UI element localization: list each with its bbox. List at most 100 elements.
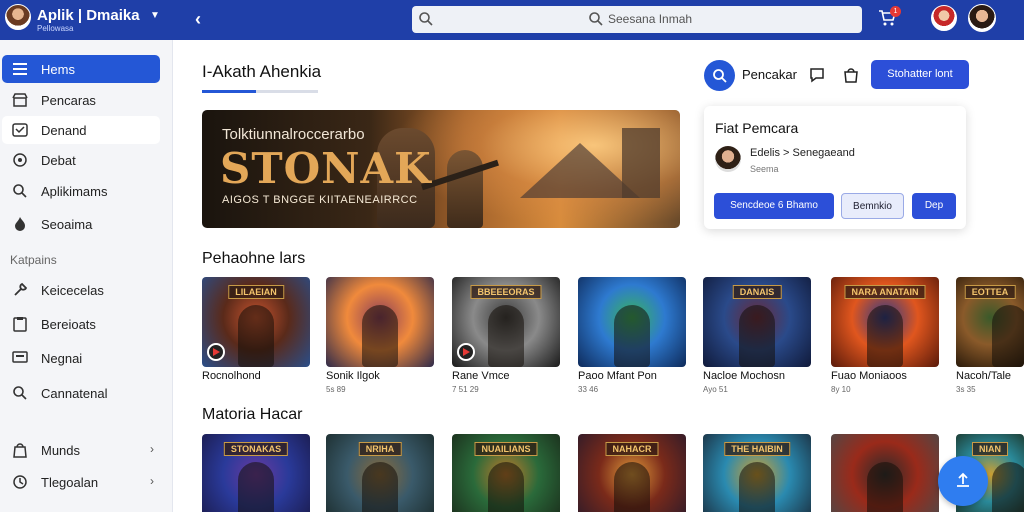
card-primary-button[interactable]: Sencdeoe 6 Bhamo [714,193,834,219]
tile-title[interactable]: Paoo Mfant Pon [578,370,657,382]
hero-character [447,150,483,228]
floating-action-button[interactable] [938,456,988,506]
sidebar-item-store[interactable]: Pencaras [2,86,160,114]
shopping-bag-icon[interactable] [842,66,860,84]
tile-character [992,305,1024,367]
tile-meta: 8y 10 [831,385,851,394]
tile-title[interactable]: Sonik Ilgok [326,370,380,382]
card-tertiary-button[interactable]: Dep [912,193,956,219]
tile-character [362,305,398,367]
sidebar-item-history[interactable]: Tlegoalan › [2,468,160,496]
page-title: I-Akath Ahenkia [202,62,322,81]
tile-title[interactable]: Nacloe Mochosn [703,370,785,382]
profile-avatar[interactable] [968,4,996,32]
search-placeholder: Seesana Inmah [608,12,693,26]
search-icon [589,12,603,26]
tile-title[interactable]: Rane Vmce [452,370,509,382]
search-user-icon [11,384,29,402]
chevron-right-icon: › [150,442,154,456]
sidebar-item-apps[interactable]: Aplikimams [2,177,160,205]
play-icon[interactable] [457,343,475,361]
game-tile[interactable] [578,277,686,367]
tile-logo-text: NAHACR [605,442,659,456]
game-tile[interactable]: NRIHA [326,434,434,512]
game-tile[interactable]: NARA ANATAIN [831,277,939,367]
brand-avatar[interactable] [5,4,31,30]
wrench-icon [11,281,29,299]
game-tile[interactable]: NAHACR [578,434,686,512]
menu-icon [11,60,29,78]
search-icon [419,12,433,26]
sidebar-item-library[interactable]: Denand [2,116,160,144]
tile-meta: 33 46 [578,385,599,394]
game-tile[interactable]: NUAILIANS [452,434,560,512]
avatar [715,146,741,172]
library-icon [11,121,29,139]
search-label[interactable]: Pencakar [742,67,797,82]
search-input[interactable]: Seesana Inmah [412,6,862,33]
cta-button[interactable]: Stohatter lont [871,60,969,89]
tile-meta: 5s 89 [326,385,346,394]
hero-castle [622,128,660,198]
sidebar-item-home[interactable]: Hems [2,55,160,83]
tile-character [488,305,524,367]
sidebar-item-tools[interactable]: Keicecelas [2,276,160,304]
tile-logo-text: LILAEIAN [228,285,284,299]
tile-logo-text: THE HAIBIN [724,442,790,456]
share-icon [957,472,969,487]
search-button[interactable] [704,60,735,91]
game-tile[interactable]: DANAIS [703,277,811,367]
hero-eyebrow: Tolktiunnalroccerarbo [222,126,365,143]
tile-title[interactable]: Nacoh/Tale [956,370,1011,382]
app-subtitle: Pellowasa [37,24,74,33]
game-tile[interactable]: EOTTEA [956,277,1024,367]
sidebar-item-label: Keicecelas [41,282,104,298]
clipboard-icon [11,315,29,333]
sidebar-item-trending[interactable]: Seoaima [2,210,160,238]
cart-badge: 1 [890,6,901,17]
tile-character [362,462,398,512]
card-user-status: Seema [750,164,779,174]
tile-meta: 7 51 29 [452,385,479,394]
friend-card: Fiat Pemcara Edelis > Senegaeand Seema S… [704,106,966,229]
tile-title[interactable]: Rocnolhond [202,370,261,382]
game-tile[interactable]: LILAEIAN [202,277,310,367]
sidebar-item-label: Munds [41,442,81,458]
card-secondary-button[interactable]: Bemnkio [841,193,904,219]
section-title: Pehaohne lars [202,250,306,267]
sidebar-item-community[interactable]: Cannatenal [2,379,160,407]
tile-character [867,462,903,512]
card-user-name: Edelis > Senegaeand [750,147,855,159]
back-arrow-icon[interactable]: ‹ [195,9,201,30]
sidebar-item-reports[interactable]: Bereioats [2,310,160,338]
sidebar-item-games[interactable]: Debat [2,146,160,174]
play-icon[interactable] [207,343,225,361]
game-tile[interactable] [326,277,434,367]
card-title: Fiat Pemcara [715,120,799,136]
bag-icon [11,441,29,459]
tile-logo-text: EOTTEA [964,285,1016,299]
tile-title[interactable]: Fuao Moniaoos [831,370,907,382]
avatar[interactable] [931,5,957,31]
search-icon [11,182,29,200]
hero-title: STONAK [220,144,432,193]
game-tile[interactable]: THE HAIBIN [703,434,811,512]
fire-icon [11,215,29,233]
sidebar: Hems Pencaras Denand Debat Aplikimams Se… [0,40,173,512]
section-title: Matoria Hacar [202,406,303,423]
tile-logo-text: STONAKAS [223,442,289,456]
monitor-icon [11,349,29,367]
chat-icon[interactable] [808,66,826,84]
tile-logo-text: NARA ANATAIN [844,285,926,299]
chevron-down-icon[interactable]: ▼ [150,10,160,21]
sidebar-item-media[interactable]: Negnai [2,344,160,372]
game-tile[interactable] [831,434,939,512]
hero-banner[interactable]: Tolktiunnalroccerarbo STONAK AIGOS T BNG… [202,110,680,228]
tile-character [992,462,1024,512]
game-tile[interactable]: STONAKAS [202,434,310,512]
sidebar-item-label: Denand [41,122,87,138]
game-tile[interactable]: BBEEEORAS [452,277,560,367]
sidebar-item-label: Cannatenal [41,385,108,401]
sidebar-section-label: Katpains [10,253,57,267]
sidebar-item-wishlist[interactable]: Munds › [2,436,160,464]
